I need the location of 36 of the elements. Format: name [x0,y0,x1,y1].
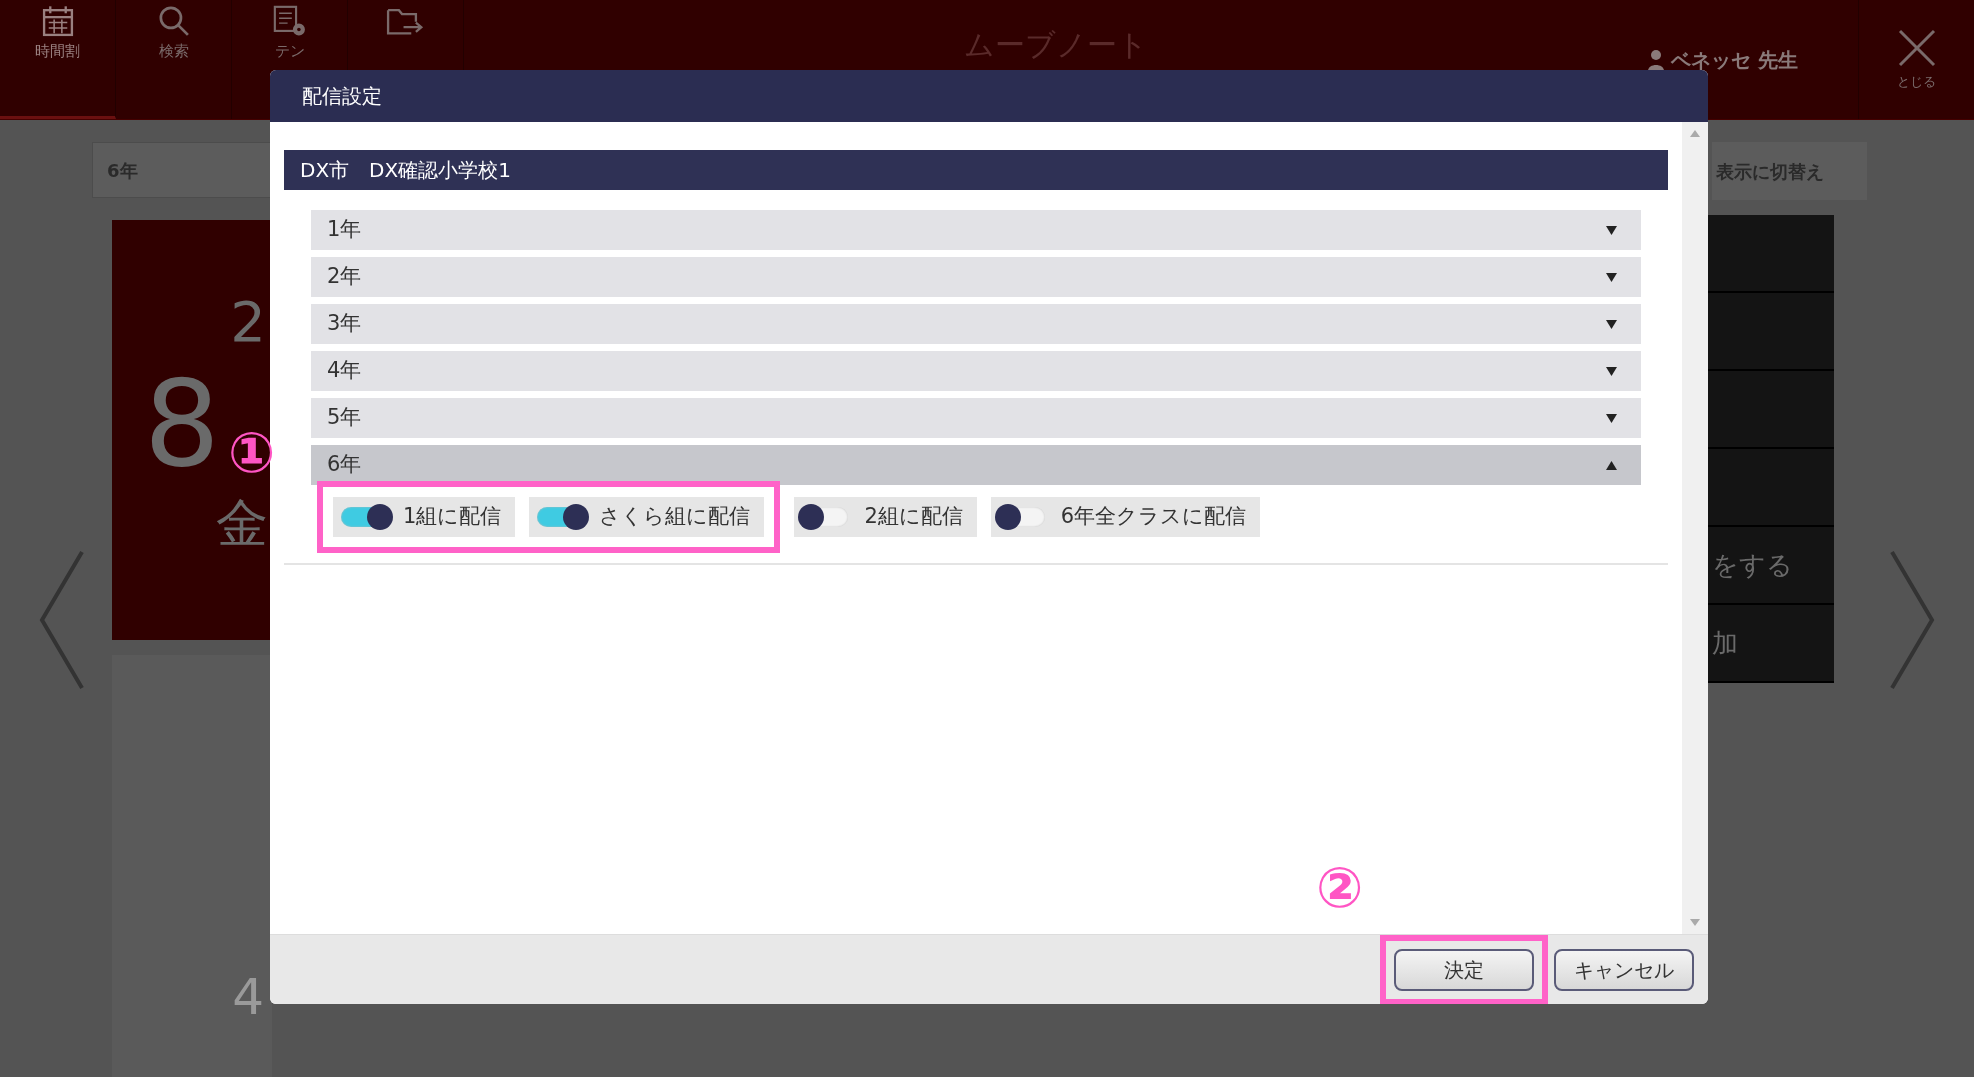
step-number: ② [1316,860,1364,916]
date-number: 8 [143,364,220,484]
grade-row[interactable]: 1年 [311,210,1641,250]
delivery-toggle[interactable]: さくら組に配信 [529,497,765,537]
nav-button[interactable]: 時間割 [0,0,116,119]
delivery-toggle[interactable]: 2組に配信 [794,497,977,537]
user-icon [1647,48,1666,71]
dialog-title: 配信設定 [270,70,1708,122]
previous-chevron-icon[interactable] [38,550,84,690]
grade-row[interactable]: 5年 [311,398,1641,438]
calendar-icon [40,4,75,38]
scroll-up-icon[interactable] [1690,130,1700,137]
grade-row[interactable]: 6年 [311,445,1641,485]
cancel-button[interactable]: キャンセル [1554,948,1694,991]
close-icon [1896,27,1937,68]
close-button[interactable]: とじる [1858,0,1974,119]
scroll-down-icon[interactable] [1690,919,1700,926]
delivery-toggle[interactable]: 6年全クラスに配信 [990,497,1261,537]
expand-triangle-icon [1606,413,1617,423]
delivery-toggle[interactable]: 1組に配信 [333,497,516,537]
period-card: 4 [112,655,272,1077]
document-gear-icon [271,4,308,38]
confirm-button[interactable]: 決定 [1394,948,1534,991]
collapse-triangle-icon [1606,460,1617,470]
grade-row[interactable]: 3年 [311,304,1641,344]
next-chevron-icon[interactable] [1890,550,1936,690]
school-header: DX市 DX確認小学校1 [284,150,1668,190]
date-text: 2 [230,288,267,356]
grade-row[interactable]: 2年 [311,257,1641,297]
expand-triangle-icon [1606,319,1617,329]
weekday-text: 金 [216,492,269,555]
expand-triangle-icon [1606,366,1617,376]
nav-button[interactable]: 検索 [116,0,232,119]
expand-triangle-icon [1606,272,1617,282]
expand-triangle-icon [1606,225,1617,235]
grade-row[interactable]: 4年 [311,351,1641,391]
